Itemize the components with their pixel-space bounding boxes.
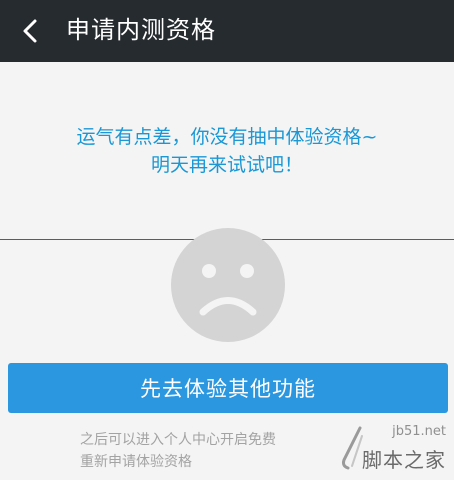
watermark-url: jb51.net [392,424,446,439]
watermark-name: 脚本之家 [362,448,446,472]
page-title: 申请内测资格 [66,16,216,44]
back-button[interactable] [10,11,50,51]
try-other-features-button[interactable]: 先去体验其他功能 [8,363,448,413]
hint-text-line2: 重新申请体验资格 [80,454,192,470]
chevron-left-icon [23,19,37,43]
title-bar: 申请内测资格 [0,0,454,62]
result-content: 运气有点差，你没有抽中体验资格~ 明天再来试试吧！ 先去体验其他功能 之后可以进… [0,62,454,480]
site-watermark: jb51.net 脚本之家 [338,424,448,476]
sad-face-icon [171,228,285,342]
result-message-line2: 明天再来试试吧！ [150,154,303,176]
result-message-line1: 运气有点差，你没有抽中体验资格~ [76,126,378,148]
hint-text-line1: 之后可以进入个人中心开启免费 [80,432,276,448]
